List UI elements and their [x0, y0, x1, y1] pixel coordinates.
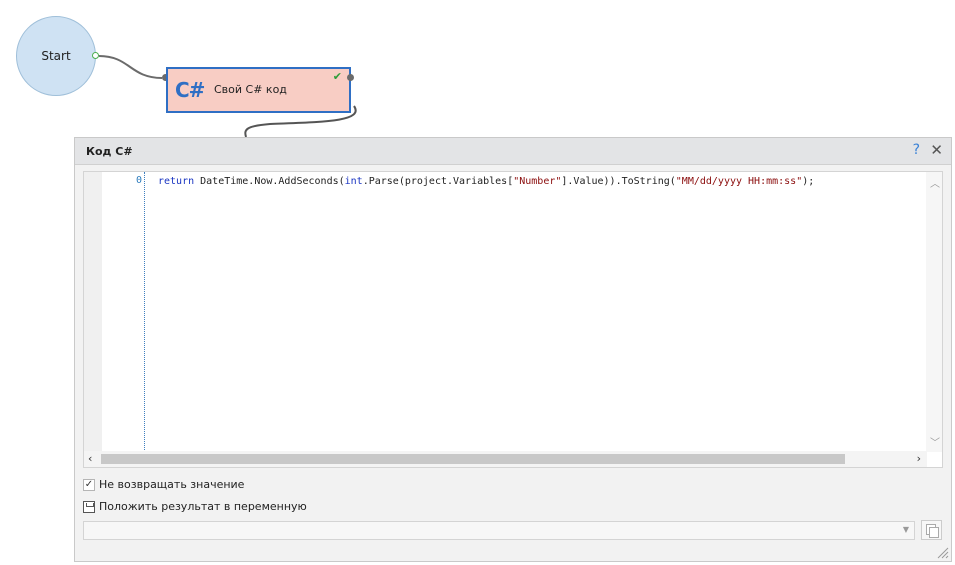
code-editor[interactable]: 0 return DateTime.Now.AddSeconds(int.Par… — [83, 171, 943, 468]
project-canvas[interactable]: Start C# Свой C# код ✔ Код C# ? ✕ 0 retu… — [0, 0, 955, 565]
no-return-label: Не возвращать значение — [99, 478, 245, 491]
no-return-checkbox[interactable]: ✓ — [83, 478, 95, 491]
save-result-label: Положить результат в переменную — [99, 500, 307, 513]
dialog-header[interactable]: Код C# ? ✕ — [75, 138, 951, 165]
copy-icon-front — [929, 527, 939, 538]
dropdown-arrow-icon[interactable]: ▼ — [903, 525, 909, 534]
scroll-up-icon[interactable]: ︿ — [930, 175, 940, 190]
line-number-gutter: 0 — [102, 172, 145, 452]
code-text: .Parse(project.Variables[ — [362, 176, 514, 187]
csharp-logo-icon: C# — [175, 78, 205, 102]
scroll-down-icon[interactable]: ﹀ — [930, 434, 940, 449]
code-line[interactable]: return DateTime.Now.AddSeconds(int.Parse… — [158, 176, 814, 187]
start-node-label: Start — [41, 49, 71, 63]
scroll-right-icon[interactable]: › — [917, 452, 921, 465]
resize-grip-icon[interactable] — [935, 545, 949, 559]
code-string: "MM/dd/yyyy HH:mm:ss" — [675, 176, 803, 187]
action-output-port[interactable] — [347, 74, 354, 81]
code-keyword: return — [158, 176, 195, 187]
code-string: "Number" — [513, 176, 562, 187]
code-text: ); — [802, 176, 815, 187]
code-text: ].Value)).ToString( — [561, 176, 676, 187]
csharp-code-dialog: Код C# ? ✕ 0 return DateTime.Now.AddSeco… — [74, 137, 952, 562]
vertical-scrollbar[interactable]: ︿ ﹀ — [926, 172, 942, 452]
save-icon — [83, 500, 95, 513]
check-icon: ✔ — [332, 70, 342, 83]
variable-select[interactable]: ▼ — [83, 521, 915, 540]
action-node-title: Свой C# код — [214, 83, 287, 96]
start-node[interactable]: Start — [16, 16, 96, 96]
dialog-title: Код C# — [86, 145, 133, 158]
close-icon[interactable]: ✕ — [930, 141, 943, 159]
help-icon[interactable]: ? — [913, 142, 920, 158]
save-result-option[interactable]: Положить результат в переменную — [83, 500, 307, 513]
copy-button[interactable] — [921, 520, 942, 540]
horizontal-scrollbar[interactable]: ‹ › — [84, 451, 927, 467]
code-text: DateTime.Now.AddSeconds( — [194, 176, 345, 187]
horizontal-scroll-thumb[interactable] — [101, 454, 845, 464]
no-return-option[interactable]: ✓ Не возвращать значение — [83, 478, 244, 491]
editor-margin — [84, 172, 102, 452]
scroll-left-icon[interactable]: ‹ — [88, 452, 92, 465]
csharp-action-node[interactable]: C# Свой C# код ✔ — [166, 67, 351, 113]
code-keyword: int — [344, 176, 363, 187]
line-number: 0 — [135, 175, 142, 186]
start-output-port[interactable] — [92, 52, 99, 59]
